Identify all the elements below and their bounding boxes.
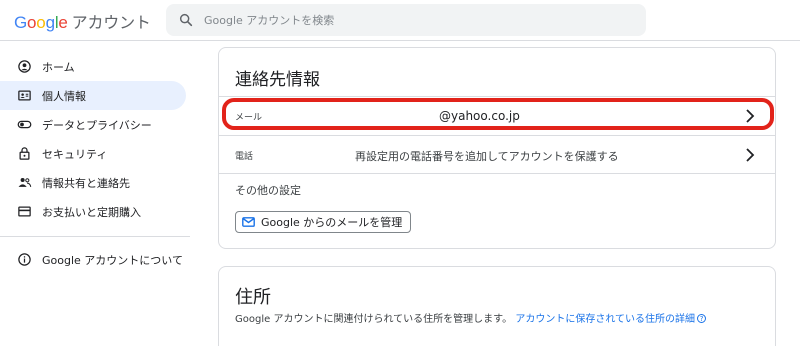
logo-letter: g	[45, 13, 55, 32]
search-icon	[179, 13, 193, 27]
phone-value: 再設定用の電話番号を追加してアカウントを保護する	[355, 150, 619, 163]
logo-letter: o	[36, 13, 46, 32]
sidebar-item-payments[interactable]: お支払いと定期購入	[0, 197, 190, 226]
manage-emails-label: Google からのメールを管理	[261, 216, 403, 229]
sidebar-divider	[0, 236, 190, 237]
mail-icon	[242, 217, 255, 227]
sidebar-item-sharing[interactable]: 情報共有と連絡先	[0, 168, 190, 197]
chevron-right-icon	[746, 148, 755, 162]
product-name: アカウント	[71, 13, 151, 32]
lock-icon	[16, 146, 32, 162]
sidebar-item-label: データとプライバシー	[42, 118, 152, 132]
info-icon	[16, 252, 32, 268]
logo-letter: o	[27, 13, 37, 32]
logo-letter: G	[14, 13, 28, 32]
sidebar-item-label: 情報共有と連絡先	[42, 176, 130, 190]
app-header: Google アカウント Google アカウントを検索	[0, 0, 800, 41]
phone-row[interactable]: 電話 再設定用の電話番号を追加してアカウントを保護する	[219, 135, 775, 173]
card-title: 住所	[235, 287, 271, 308]
sidebar-item-label: Google アカウントについて	[42, 253, 183, 267]
sidebar-item-label: お支払いと定期購入	[42, 205, 141, 219]
search-input[interactable]: Google アカウントを検索	[166, 4, 646, 36]
credit-card-icon	[16, 204, 32, 220]
email-value: @yahoo.co.jp	[439, 109, 520, 123]
sidebar-item-security[interactable]: セキュリティ	[0, 139, 190, 168]
sidebar-item-label: セキュリティ	[42, 147, 108, 161]
card-title: 連絡先情報	[235, 70, 320, 90]
sidebar-item-home[interactable]: ホーム	[0, 52, 190, 81]
id-card-icon	[16, 88, 32, 104]
logo-letter: e	[58, 13, 68, 32]
help-icon[interactable]: ?	[697, 314, 707, 323]
sidebar-item-label: 個人情報	[42, 89, 86, 103]
chevron-right-icon	[746, 109, 755, 123]
sidebar-item-data-privacy[interactable]: データとプライバシー	[0, 110, 190, 139]
manage-emails-button[interactable]: Google からのメールを管理	[235, 211, 412, 233]
phone-label: 電話	[235, 152, 254, 162]
row-divider	[219, 173, 775, 174]
sidebar-nav: ホーム 個人情報 データとプライバシー セキュリティ 情報共有と連絡先 お支払い…	[0, 52, 190, 274]
sidebar-item-label: ホーム	[42, 60, 75, 74]
saved-addresses-link[interactable]: アカウントに保存されている住所の詳細	[515, 314, 695, 325]
google-account-logo[interactable]: Google アカウント	[14, 9, 151, 33]
home-icon	[16, 59, 32, 75]
people-icon	[16, 175, 32, 191]
sidebar-item-about[interactable]: Google アカウントについて	[0, 245, 190, 274]
other-settings-heading: その他の設定	[235, 184, 301, 197]
sidebar-item-personal-info[interactable]: 個人情報	[0, 81, 186, 110]
address-description: Google アカウントに関連付けられている住所を管理します。 アカウントに保存…	[235, 310, 707, 325]
email-row[interactable]: メール @yahoo.co.jp	[219, 96, 775, 134]
email-label: メール	[235, 113, 263, 123]
search-placeholder: Google アカウントを検索	[204, 14, 335, 27]
toggle-icon	[16, 117, 32, 133]
contact-info-card: 連絡先情報 メール @yahoo.co.jp 電話 再設定用の電話番号を追加して…	[218, 47, 776, 249]
address-card: 住所 Google アカウントに関連付けられている住所を管理します。 アカウント…	[218, 266, 776, 346]
address-description-text: Google アカウントに関連付けられている住所を管理します。	[235, 314, 513, 325]
